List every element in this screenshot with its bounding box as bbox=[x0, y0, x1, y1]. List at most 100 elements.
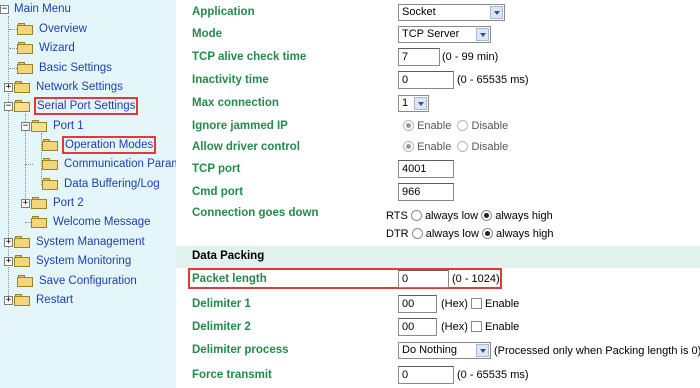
delimiter2-enable-checkbox[interactable] bbox=[470, 321, 482, 332]
sidebar-item-label: Welcome Message bbox=[53, 216, 151, 228]
sidebar-item-main-menu[interactable]: − Main Menu bbox=[0, 0, 73, 18]
delimiter-process-value: Do Nothing bbox=[402, 344, 458, 356]
delimiter-process-select[interactable]: Do Nothing bbox=[398, 342, 491, 359]
sidebar-item-network-settings[interactable]: + Network Settings bbox=[4, 78, 125, 96]
allow-driver-disable-radio[interactable] bbox=[457, 141, 469, 152]
dtr-always-high-radio[interactable] bbox=[481, 228, 493, 239]
delimiter-process-label: Delimiter process bbox=[192, 344, 289, 356]
inactivity-hint: (0 - 65535 ms) bbox=[457, 74, 529, 86]
dtr-always-low-radio[interactable] bbox=[411, 228, 423, 239]
sidebar-item-label: Main Menu bbox=[14, 3, 71, 15]
force-transmit-label: Force transmit bbox=[192, 369, 272, 381]
sidebar-item-welcome-message[interactable]: Welcome Message bbox=[31, 213, 153, 231]
chevron-down-icon bbox=[414, 97, 427, 110]
folder-icon bbox=[31, 215, 48, 229]
sidebar-item-label: Basic Settings bbox=[39, 62, 112, 74]
connection-down-label: Connection goes down bbox=[192, 207, 319, 219]
folder-icon bbox=[42, 157, 59, 171]
delimiter1-enable-checkbox[interactable] bbox=[470, 298, 482, 309]
sidebar-item-label: Communication Parame bbox=[64, 158, 176, 170]
packet-length-label: Packet length bbox=[192, 273, 267, 285]
sidebar-item-system-management[interactable]: + System Management bbox=[4, 233, 147, 251]
expand-icon[interactable]: + bbox=[21, 198, 30, 208]
max-connection-select[interactable]: 1 bbox=[398, 95, 429, 112]
application-select-value: Socket bbox=[402, 6, 436, 18]
folder-icon bbox=[14, 254, 31, 268]
folder-open-icon bbox=[31, 119, 48, 133]
sidebar-item-label: Operation Modes bbox=[62, 136, 157, 154]
folder-open-icon bbox=[14, 99, 31, 113]
collapse-icon[interactable]: − bbox=[21, 121, 30, 131]
sidebar-item-data-buffering-log[interactable]: Data Buffering/Log bbox=[42, 175, 162, 193]
delimiter1-input[interactable]: 00 bbox=[398, 295, 437, 313]
tcp-alive-input[interactable]: 7 bbox=[398, 48, 440, 66]
inactivity-input[interactable]: 0 bbox=[398, 71, 454, 89]
dtr-options: DTR always low always high bbox=[386, 228, 554, 240]
radio-label: always low bbox=[425, 228, 479, 240]
chevron-down-icon bbox=[476, 28, 489, 41]
max-connection-value: 1 bbox=[402, 97, 409, 109]
ignore-jammed-enable-radio[interactable] bbox=[403, 120, 414, 131]
sidebar-item-label: Port 2 bbox=[53, 197, 84, 209]
sidebar-item-port2[interactable]: + Port 2 bbox=[21, 194, 86, 212]
folder-icon bbox=[17, 274, 34, 288]
radio-label: always high bbox=[496, 228, 554, 240]
chevron-down-icon bbox=[476, 344, 489, 357]
rts-always-high-radio[interactable] bbox=[481, 210, 493, 221]
ignore-jammed-options: Enable Disable bbox=[403, 120, 508, 132]
sidebar-item-restart[interactable]: + Restart bbox=[4, 291, 75, 309]
allow-driver-enable-radio[interactable] bbox=[403, 141, 414, 152]
application-select[interactable]: Socket bbox=[398, 4, 505, 21]
max-connection-label: Max connection bbox=[192, 97, 279, 109]
expand-icon[interactable]: + bbox=[4, 82, 13, 92]
packet-length-input[interactable]: 0 bbox=[398, 270, 449, 288]
sidebar-item-label: Restart bbox=[36, 294, 74, 306]
delimiter1-label: Delimiter 1 bbox=[192, 298, 251, 310]
tcp-alive-hint: (0 - 99 min) bbox=[442, 51, 499, 63]
expand-icon[interactable]: + bbox=[4, 237, 13, 247]
force-transmit-input[interactable]: 0 bbox=[398, 366, 454, 384]
rts-always-low-radio[interactable] bbox=[410, 210, 422, 221]
sidebar-item-label: System Management bbox=[36, 236, 145, 248]
folder-icon bbox=[31, 196, 48, 210]
sidebar-item-label: Overview bbox=[39, 23, 87, 35]
checkbox-label: Enable bbox=[485, 321, 520, 333]
inactivity-label: Inactivity time bbox=[192, 74, 269, 86]
collapse-icon[interactable]: − bbox=[0, 4, 9, 14]
sidebar-item-operation-modes[interactable]: Operation Modes bbox=[42, 136, 157, 154]
sidebar-item-label: Serial Port Settings bbox=[34, 97, 139, 115]
sidebar-item-label: System Monitoring bbox=[36, 255, 132, 267]
tcp-port-input[interactable]: 4001 bbox=[398, 160, 454, 178]
collapse-icon[interactable]: − bbox=[4, 101, 13, 111]
folder-icon bbox=[14, 235, 31, 249]
sidebar-item-label: Network Settings bbox=[36, 81, 123, 93]
radio-label: Enable bbox=[417, 120, 452, 132]
sidebar-item-label: Wizard bbox=[39, 42, 75, 54]
data-packing-section-header: Data Packing bbox=[176, 246, 700, 268]
radio-label: Disable bbox=[471, 120, 509, 132]
tcp-port-label: TCP port bbox=[192, 163, 241, 175]
sidebar-item-serial-port-settings[interactable]: − Serial Port Settings bbox=[4, 97, 139, 115]
ignore-jammed-disable-radio[interactable] bbox=[457, 120, 469, 131]
sidebar-item-save-configuration[interactable]: Save Configuration bbox=[17, 272, 139, 290]
cmd-port-input[interactable]: 966 bbox=[398, 183, 454, 201]
delimiter1-extra: (Hex) Enable bbox=[441, 298, 519, 310]
sidebar-item-port1[interactable]: − Port 1 bbox=[21, 117, 86, 135]
mode-select[interactable]: TCP Server bbox=[398, 26, 491, 43]
radio-label: always high bbox=[495, 210, 553, 222]
delimiter2-input[interactable]: 00 bbox=[398, 318, 437, 336]
tcp-alive-label: TCP alive check time bbox=[192, 51, 307, 63]
expand-icon[interactable]: + bbox=[4, 295, 13, 305]
sidebar-item-basic-settings[interactable]: Basic Settings bbox=[17, 59, 114, 77]
rts-options: RTS always low always high bbox=[386, 210, 553, 222]
expand-icon[interactable]: + bbox=[4, 256, 13, 266]
delimiter2-label: Delimiter 2 bbox=[192, 321, 251, 333]
sidebar-item-label: Data Buffering/Log bbox=[64, 178, 160, 190]
sidebar-item-wizard[interactable]: Wizard bbox=[17, 39, 77, 57]
ignore-jammed-label: Ignore jammed IP bbox=[192, 120, 288, 132]
sidebar-item-system-monitoring[interactable]: + System Monitoring bbox=[4, 252, 133, 270]
sidebar-item-overview[interactable]: Overview bbox=[17, 20, 89, 38]
sidebar-item-label: Save Configuration bbox=[39, 275, 137, 287]
mode-label: Mode bbox=[192, 28, 223, 40]
sidebar-item-communication-parameters[interactable]: Communication Parame bbox=[42, 155, 176, 173]
